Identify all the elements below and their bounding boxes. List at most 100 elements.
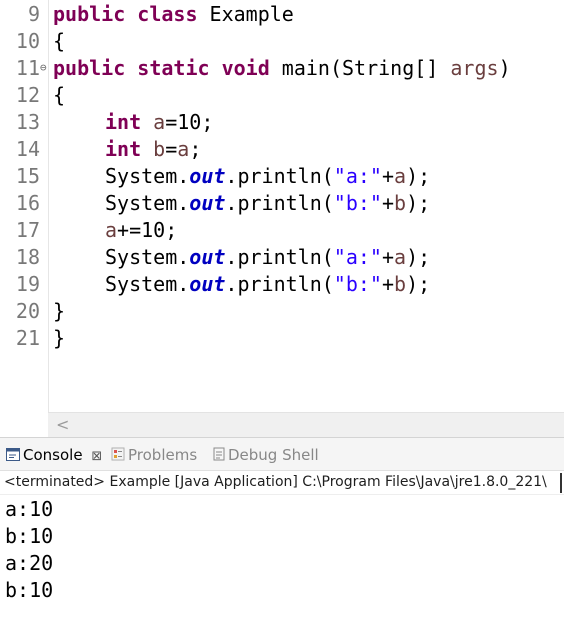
token-kw: void <box>221 56 270 80</box>
code-line[interactable]: 10 { <box>0 28 564 55</box>
console-output-line: b:10 <box>5 524 54 548</box>
console-output-line: a:20 <box>5 551 54 575</box>
console-output-line: b:10 <box>5 578 54 602</box>
problems-icon <box>111 447 125 465</box>
token: } <box>53 326 66 350</box>
token-kw: int <box>105 110 142 134</box>
line-number: 14 <box>15 137 40 161</box>
token-str: "b:" <box>333 272 382 296</box>
line-number: 13 <box>15 110 40 134</box>
line-number: 19 <box>15 272 40 296</box>
token: { <box>53 29 66 53</box>
code-line[interactable]: 18 System.out.println("a:"+a); <box>0 244 564 271</box>
token-fld: out <box>189 245 226 269</box>
horizontal-scrollbar[interactable]: < <box>48 412 564 437</box>
close-tab-icon[interactable]: ⊠ <box>91 449 102 464</box>
code-text: int b=a; <box>53 136 201 163</box>
line-number: 20 <box>15 299 40 323</box>
token: + <box>381 272 395 296</box>
token: System. <box>105 272 190 296</box>
tab-debug-shell-label: Debug Shell <box>228 446 319 464</box>
code-line[interactable]: 16 System.out.println("b:"+b); <box>0 190 564 217</box>
token-var: a <box>394 164 407 188</box>
code-line[interactable]: 12 { <box>0 82 564 109</box>
token: .println( <box>225 272 334 296</box>
tab-console-label: Console <box>23 446 83 464</box>
code-text: { <box>53 82 65 109</box>
code-text: } <box>53 298 65 325</box>
code-editor[interactable]: 9 public class Example 10 {11 ⊖ public static… <box>0 0 564 412</box>
code-line[interactable]: 17 a+=10; <box>0 217 564 244</box>
line-number: 21 <box>15 326 40 350</box>
token-kw: static <box>137 56 210 80</box>
ruler-corner <box>0 412 48 436</box>
code-line[interactable]: 13 int a=10; <box>0 109 564 136</box>
token: ) <box>498 56 511 80</box>
code-text: int a=10; <box>53 109 213 136</box>
console-process-status: <terminated> Example [Java Application] … <box>4 474 547 490</box>
line-number: 15 <box>15 164 40 188</box>
fold-toggle-icon[interactable]: ⊖ <box>40 62 47 73</box>
status-overflow-marker <box>560 473 562 493</box>
line-number: 18 <box>15 245 40 269</box>
token-var: args <box>450 56 499 80</box>
code-text: } <box>53 325 65 352</box>
token-var: a <box>177 137 190 161</box>
token: + <box>381 191 395 215</box>
code-line[interactable]: 15 System.out.println("a:"+a); <box>0 163 564 190</box>
token: System. <box>105 191 190 215</box>
console-icon <box>6 447 20 465</box>
code-text: System.out.println("a:"+a); <box>53 163 430 190</box>
code-text: System.out.println("b:"+b); <box>53 190 430 217</box>
code-text: System.out.println("a:"+a); <box>53 244 430 271</box>
token-var: b <box>394 191 407 215</box>
token: Example <box>197 2 294 26</box>
token: + <box>381 245 395 269</box>
token: System. <box>105 164 190 188</box>
token-var: a <box>153 110 166 134</box>
token: =10; <box>165 110 214 134</box>
scroll-left-arrow-icon[interactable]: < <box>56 415 69 434</box>
token-kw: public <box>53 56 126 80</box>
token-fld: out <box>189 164 226 188</box>
line-number: 17 <box>15 218 40 242</box>
code-text: public static void main(String[] args) <box>53 55 511 82</box>
token-kw: public <box>53 2 126 26</box>
code-line[interactable]: 11 ⊖ public static void main(String[] args… <box>0 55 564 82</box>
token: ); <box>406 272 431 296</box>
token: ); <box>406 164 431 188</box>
token-var: b <box>394 272 407 296</box>
token-str: "a:" <box>333 164 382 188</box>
console-divider <box>0 494 564 495</box>
code-line[interactable]: 19 System.out.println("b:"+b); <box>0 271 564 298</box>
token: main(String[] <box>269 56 451 80</box>
token-var: a <box>394 245 407 269</box>
code-text: System.out.println("b:"+b); <box>53 271 430 298</box>
line-number: 10 <box>15 29 40 53</box>
code-text: public class Example <box>53 1 294 28</box>
tab-debug-shell[interactable]: Debug Shell <box>213 446 319 465</box>
token-fld: out <box>189 272 226 296</box>
line-number: 12 <box>15 83 40 107</box>
tab-problems[interactable]: Problems <box>111 446 197 465</box>
token: System. <box>105 245 190 269</box>
code-line[interactable]: 20} <box>0 298 564 325</box>
tab-console[interactable]: Console ⊠ <box>6 446 102 466</box>
token: +=10; <box>117 218 178 242</box>
token-kw: class <box>137 2 198 26</box>
token: .println( <box>225 191 334 215</box>
code-line[interactable]: 9 public class Example <box>0 1 564 28</box>
token: .println( <box>225 245 334 269</box>
code-text: { <box>53 28 65 55</box>
code-line[interactable]: 21} <box>0 325 564 352</box>
token: } <box>53 299 66 323</box>
token-str: "a:" <box>333 245 382 269</box>
token: = <box>165 137 178 161</box>
code-line[interactable]: 14 int b=a; <box>0 136 564 163</box>
token-var: a <box>105 218 118 242</box>
